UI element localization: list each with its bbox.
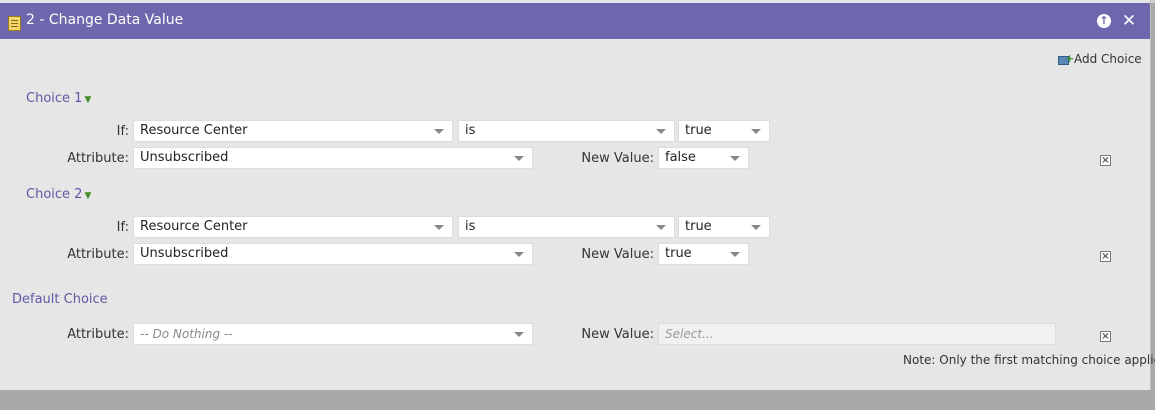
collapse-triangle-icon: ▼ [84,191,92,201]
new-value-label: New Value: [581,327,654,342]
chevron-down-icon [514,332,524,337]
add-choice-button[interactable]: + Add Choice [1058,52,1142,66]
choice-1-new-value-select[interactable]: false [658,147,749,169]
default-attribute-select[interactable]: -- Do Nothing -- [133,323,533,345]
chevron-down-icon [514,156,524,161]
choice-2-label: Choice 2 [26,187,83,202]
choice-1-condition-value-select[interactable]: true [678,120,770,142]
close-icon[interactable]: ✕ [1121,13,1137,30]
note-text: Note: Only the first matching choice app… [903,353,1155,367]
choice-2-condition-value-select[interactable]: true [678,216,770,238]
chevron-down-icon [751,225,761,230]
choice-2-new-value-select[interactable]: true [658,243,749,265]
panel-title: 2 - Change Data Value [26,12,184,28]
chevron-down-icon [434,225,444,230]
choice-2-if-field-select[interactable]: Resource Center [133,216,453,238]
move-up-icon[interactable]: ↑ [1097,14,1111,28]
choice-2-attribute-select[interactable]: Unsubscribed [133,243,533,265]
chevron-down-icon [730,156,740,161]
choice-2-toggle[interactable]: Choice 2 ▼ [26,187,91,202]
add-choice-icon: + [1058,53,1074,65]
panel-header: 2 - Change Data Value ↑ ✕ [0,3,1150,39]
choice-1-toggle[interactable]: Choice 1 ▼ [26,91,91,106]
new-value-label: New Value: [581,247,654,262]
chevron-down-icon [730,252,740,257]
choice-1-attribute-select[interactable]: Unsubscribed [133,147,533,169]
new-value-label: New Value: [581,151,654,166]
default-choice-label: Default Choice [12,292,108,307]
add-choice-label: Add Choice [1074,52,1142,66]
attribute-label: Attribute: [67,247,129,262]
choice-1-label: Choice 1 [26,91,83,106]
attribute-label: Attribute: [67,151,129,166]
choice-2-delete-icon[interactable]: × [1100,251,1111,262]
collapse-triangle-icon: ▼ [84,95,92,105]
flow-step-icon [8,16,21,31]
choice-1-delete-icon[interactable]: × [1100,155,1111,166]
chevron-down-icon [656,129,666,134]
chevron-down-icon [514,252,524,257]
change-data-value-panel: 2 - Change Data Value ↑ ✕ + Add Choice Ch… [0,0,1155,390]
chevron-down-icon [434,129,444,134]
chevron-down-icon [751,129,761,134]
choice-1-if-field-select[interactable]: Resource Center [133,120,453,142]
if-label: If: [116,220,129,235]
attribute-label: Attribute: [67,327,129,342]
default-new-value-select[interactable]: Select... [658,323,1056,345]
if-label: If: [116,124,129,139]
chevron-down-icon [656,225,666,230]
default-choice-delete-icon[interactable]: × [1100,331,1111,342]
choice-2-operator-select[interactable]: is [458,216,675,238]
choice-1-operator-select[interactable]: is [458,120,675,142]
